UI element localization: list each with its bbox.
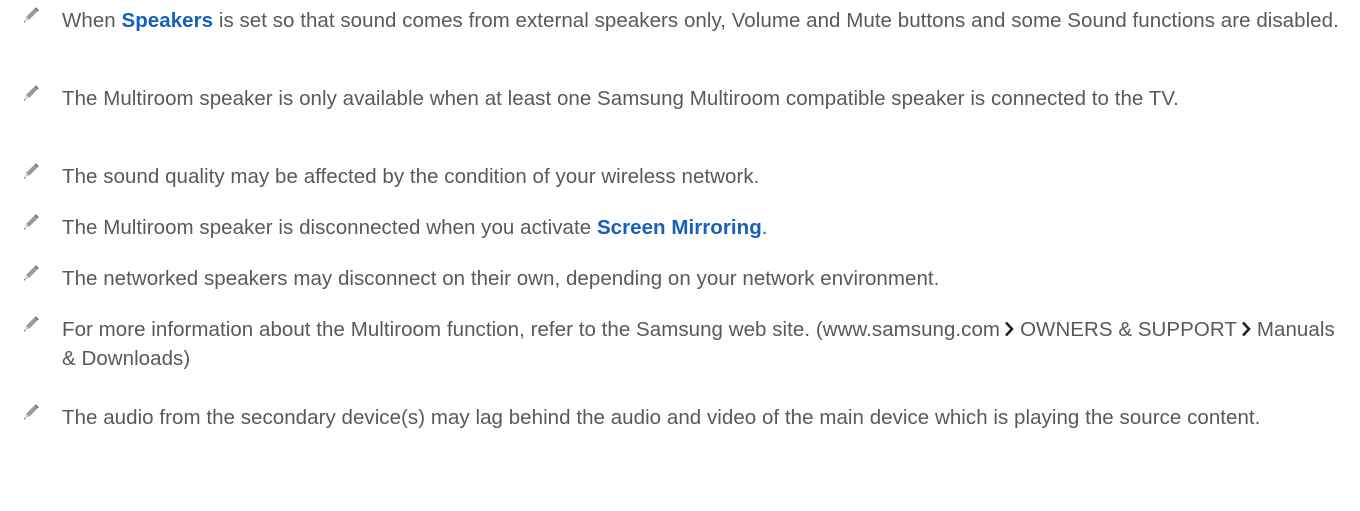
pencil-note-icon [23, 265, 39, 281]
pencil-note-icon [23, 214, 39, 230]
pencil-note-icon [23, 7, 39, 23]
note-text: The Multiroom speaker is disconnected wh… [62, 216, 768, 239]
note-text: The sound quality may be affected by the… [62, 165, 760, 188]
speakers-menu-link: Speakers [121, 9, 214, 32]
pencil-note-icon [23, 163, 39, 179]
pencil-note-icon [23, 85, 39, 101]
note-text: The networked speakers may disconnect on… [62, 267, 940, 290]
pencil-note-icon [23, 316, 39, 332]
chevron-right-icon [1241, 321, 1251, 337]
pencil-note-icon [23, 404, 39, 420]
screen-mirroring-menu-link: Screen Mirroring [596, 216, 762, 239]
chevron-right-icon [1005, 321, 1014, 337]
note-text: The audio from the secondary device(s) m… [62, 406, 1261, 429]
note-text: The Multiroom speaker is only available … [62, 87, 1179, 110]
note-text: When Speakers is set so that sound comes… [62, 9, 1339, 32]
note-text: For more information about the Multiroom… [62, 318, 1335, 370]
